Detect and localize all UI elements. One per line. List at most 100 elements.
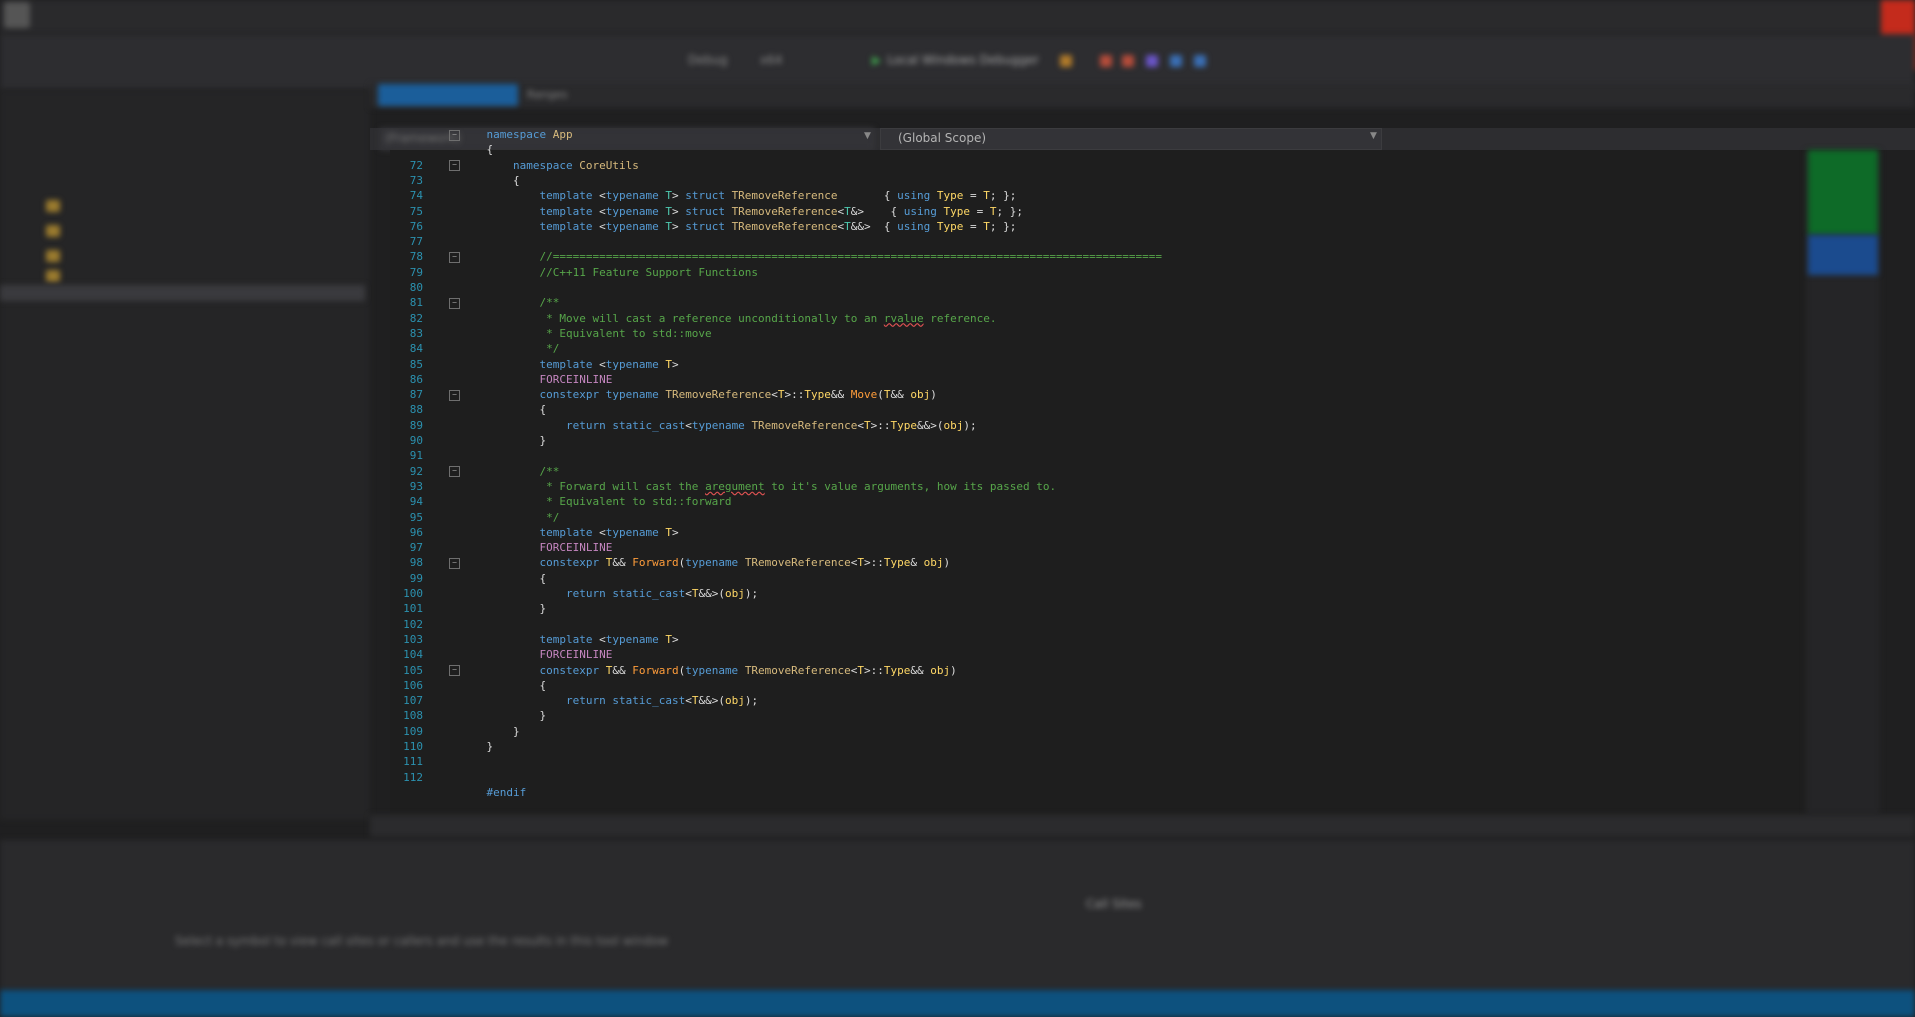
gutter-padding: [460, 587, 487, 600]
code-line[interactable]: 104 FORCEINLINE: [395, 647, 612, 662]
code-line[interactable]: 96 template <typename T>: [395, 525, 679, 540]
code-line[interactable]: 84 */: [395, 341, 560, 356]
code-token: * Forward will cast the: [539, 479, 706, 493]
tree-selection[interactable]: [0, 285, 365, 301]
tree-folder-icon: [46, 270, 60, 282]
collapse-toggle-icon[interactable]: −: [449, 389, 460, 401]
code-line[interactable]: 89 return static_cast<typename TRemoveRe…: [395, 418, 977, 433]
code-token: App: [552, 128, 573, 141]
play-icon: ▶: [872, 53, 882, 67]
code-token: Forward: [632, 663, 679, 677]
code-line[interactable]: 88 {: [395, 402, 546, 417]
code-line[interactable]: 105− constexpr T&& Forward(typename TRem…: [395, 663, 957, 678]
line-number: 110: [403, 740, 423, 753]
breakpoint-icon[interactable]: [1100, 55, 1112, 67]
code-line[interactable]: #endif: [395, 785, 527, 800]
code-line[interactable]: 103 template <typename T>: [395, 632, 678, 647]
line-number: 81: [409, 296, 423, 310]
code-line[interactable]: 91: [395, 448, 487, 463]
code-line[interactable]: 73 {: [395, 173, 520, 188]
code-line[interactable]: 85 template <typename T>: [395, 357, 679, 372]
code-token: Type: [943, 204, 971, 218]
line-number: 89: [409, 418, 423, 432]
tab-active[interactable]: [378, 84, 518, 106]
code-line[interactable]: 76 template <typename T> struct TRemoveR…: [395, 219, 1017, 234]
solution-configuration-dropdown[interactable]: Debug: [688, 53, 727, 67]
code-token: //======================================…: [539, 250, 1163, 264]
line-number: 76: [409, 219, 423, 233]
code-line[interactable]: {: [395, 142, 494, 157]
code-token: obj: [724, 587, 745, 600]
code-token: ): [943, 556, 951, 570]
code-token: T: [665, 189, 672, 203]
collapse-toggle-icon[interactable]: −: [449, 160, 460, 172]
code-line[interactable]: 97 FORCEINLINE: [395, 540, 613, 555]
solution-platform-dropdown[interactable]: x64: [760, 53, 782, 67]
step-out-icon[interactable]: [1170, 55, 1182, 67]
gutter-padding: [460, 480, 487, 493]
code-line[interactable]: 72 − namespace CoreUtils: [395, 158, 639, 173]
collapse-toggle-icon[interactable]: −: [449, 557, 460, 569]
code-token: */: [539, 342, 560, 356]
code-line[interactable]: 86 FORCEINLINE: [395, 372, 613, 387]
collapse-toggle-icon[interactable]: −: [449, 251, 460, 263]
line-number: 75: [409, 204, 423, 218]
collapse-toggle-icon[interactable]: −: [449, 665, 460, 676]
code-line[interactable]: 110 }: [395, 739, 493, 754]
code-line[interactable]: 79 //C++11 Feature Support Functions: [395, 265, 758, 280]
step-into-icon[interactable]: [1122, 55, 1134, 67]
collapse-toggle-icon[interactable]: −: [449, 297, 460, 309]
code-token: TRemoveReference: [731, 219, 838, 233]
code-line[interactable]: − namespace App: [395, 127, 573, 142]
code-line[interactable]: 87 − constexpr typename TRemoveReference<…: [395, 387, 937, 402]
tab-ranges[interactable]: Ranges: [527, 88, 568, 101]
code-line[interactable]: 92 − /**: [395, 464, 560, 479]
chevron-down-icon[interactable]: ▼: [864, 131, 871, 141]
code-line[interactable]: 90 }: [395, 433, 546, 448]
gutter-padding: [460, 388, 487, 401]
code-token: {: [486, 571, 547, 585]
bookmark-icon[interactable]: [1060, 55, 1072, 67]
code-line[interactable]: 75 template <typename T> struct TRemoveR…: [395, 204, 1023, 219]
code-token: constexpr typename: [539, 388, 666, 402]
code-token: * Move will cast a reference uncondition…: [539, 311, 884, 325]
code-line[interactable]: 80: [395, 280, 487, 295]
code-line[interactable]: 83 * Equivalent to std::move: [395, 326, 712, 341]
code-line[interactable]: 94 * Equivalent to std::forward: [395, 494, 732, 509]
collapse-toggle-icon[interactable]: −: [449, 129, 460, 141]
code-token: obj: [923, 556, 944, 570]
code-line[interactable]: 111: [395, 754, 487, 769]
step-over-icon[interactable]: [1146, 55, 1158, 67]
code-line[interactable]: 81 − /**: [395, 295, 560, 310]
code-line[interactable]: 112: [395, 770, 487, 785]
code-line[interactable]: 82 * Move will cast a reference uncondit…: [395, 311, 997, 326]
start-debugging-button[interactable]: ▶ Local Windows Debugger: [872, 53, 1039, 67]
code-line[interactable]: 74 template <typename T> struct TRemoveR…: [395, 188, 1017, 203]
code-line[interactable]: 98− constexpr T&& Forward(typename TRemo…: [395, 555, 950, 570]
code-line[interactable]: 77: [395, 234, 487, 249]
chevron-down-icon[interactable]: ▼: [1370, 131, 1377, 141]
code-line[interactable]: 99 {: [395, 571, 546, 586]
code-line[interactable]: 102: [395, 617, 487, 632]
scroll-map-viewport[interactable]: [1808, 235, 1878, 275]
code-token: &&>(: [698, 694, 725, 708]
code-line[interactable]: 106 {: [395, 678, 546, 693]
diagnostics-icon[interactable]: [1194, 55, 1206, 67]
code-line[interactable]: 95 */: [395, 510, 560, 525]
code-line[interactable]: 109 }: [395, 724, 520, 739]
code-line[interactable]: 100 return static_cast<T&&>(obj);: [395, 586, 758, 601]
code-line[interactable]: 108 }: [395, 708, 546, 723]
code-line[interactable]: 93 * Forward will cast the aregument to …: [395, 479, 1056, 494]
line-number: 79: [409, 265, 423, 279]
collapse-toggle-icon[interactable]: −: [449, 466, 460, 478]
code-line[interactable]: 101 }: [395, 601, 546, 616]
scope-dropdown-label: (Global Scope): [898, 131, 987, 145]
code-line[interactable]: 78 − //==================================…: [395, 249, 1162, 264]
code-token: >: [671, 357, 679, 371]
code-line[interactable]: 107 return static_cast<T&&>(obj);: [395, 693, 758, 708]
code-token: */: [539, 510, 560, 524]
line-number: 72: [409, 158, 423, 172]
